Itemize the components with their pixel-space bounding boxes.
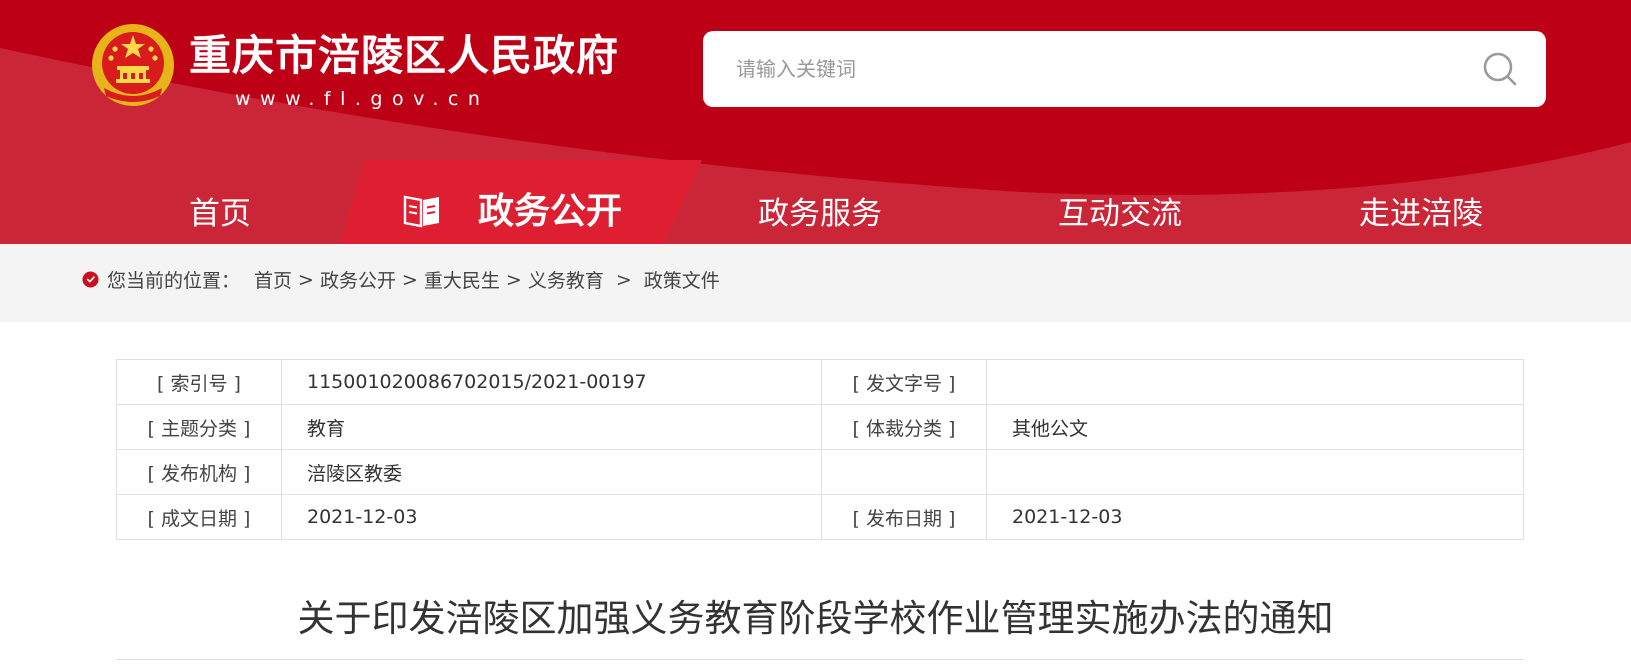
search-input[interactable]	[703, 31, 1436, 107]
document-metadata-table: [ 索引号 ] 115001020086702015/2021-00197 [ …	[116, 359, 1524, 540]
breadcrumb-separator: >	[401, 268, 418, 291]
main-nav: 首页 政务公开 政务服务 互动交流 走进涪陵	[0, 160, 1631, 244]
meta-value	[986, 359, 1524, 405]
search-box	[703, 31, 1546, 107]
table-row: [ 主题分类 ] 教育 [ 体裁分类 ] 其他公文	[116, 404, 1524, 450]
site-url: www.fl.gov.cn	[235, 88, 490, 110]
meta-label	[821, 449, 987, 495]
meta-value: 115001020086702015/2021-00197	[281, 359, 822, 405]
meta-label: [ 索引号 ]	[116, 359, 282, 405]
meta-label: [ 主题分类 ]	[116, 404, 282, 450]
nav-item-home[interactable]: 首页	[189, 188, 251, 233]
meta-label: [ 体裁分类 ]	[821, 404, 987, 450]
site-header: 重庆市涪陵区人民政府 www.fl.gov.cn 首页 政务公开 政务服务	[0, 0, 1631, 244]
site-title: 重庆市涪陵区人民政府	[189, 31, 620, 80]
meta-value: 2021-12-03	[281, 494, 822, 540]
breadcrumb-separator: >	[505, 268, 522, 291]
document-title: 关于印发涪陵区加强义务教育阶段学校作业管理实施办法的通知	[297, 597, 1334, 640]
meta-label: [ 发布机构 ]	[116, 449, 282, 495]
meta-label: [ 成文日期 ]	[116, 494, 282, 540]
meta-label: [ 发布日期 ]	[821, 494, 987, 540]
national-emblem-icon	[92, 24, 174, 106]
table-row: [ 成文日期 ] 2021-12-03 [ 发布日期 ] 2021-12-03	[116, 494, 1524, 540]
nav-item-interaction[interactable]: 互动交流	[1058, 188, 1182, 233]
breadcrumb-separator: >	[298, 268, 314, 291]
nav-item-label: 政务公开	[478, 191, 623, 232]
meta-label: [ 发文字号 ]	[821, 359, 987, 405]
breadcrumb-link-compulsory-education[interactable]: 义务教育	[528, 266, 604, 293]
breadcrumb-link-home[interactable]: 首页	[254, 266, 292, 293]
search-icon[interactable]	[1480, 49, 1520, 89]
nav-item-government-affairs[interactable]: 政务公开	[336, 160, 702, 244]
meta-value: 2021-12-03	[986, 494, 1524, 540]
meta-value: 涪陵区教委	[281, 449, 822, 495]
breadcrumb-link-policy-documents[interactable]: 政策文件	[644, 266, 720, 293]
nav-item-government-services[interactable]: 政务服务	[758, 188, 882, 233]
meta-value: 教育	[281, 404, 822, 450]
breadcrumb-link-livelihood[interactable]: 重大民生	[424, 266, 500, 293]
meta-value: 其他公文	[986, 404, 1524, 450]
location-pin-icon	[82, 271, 99, 288]
nav-item-about-fuling[interactable]: 走进涪陵	[1359, 188, 1483, 233]
breadcrumb-separator: >	[615, 268, 632, 291]
breadcrumb-link-gov-affairs[interactable]: 政务公开	[320, 266, 396, 293]
table-row: [ 索引号 ] 115001020086702015/2021-00197 [ …	[116, 359, 1524, 405]
book-icon	[403, 195, 439, 228]
divider	[116, 659, 1524, 660]
breadcrumb: 您当前的位置： 首页 > 政务公开 > 重大民生 > 义务教育 > 政策文件	[82, 266, 720, 293]
table-row: [ 发布机构 ] 涪陵区教委	[116, 449, 1524, 495]
breadcrumb-prefix: 您当前的位置：	[107, 270, 241, 292]
meta-value	[986, 449, 1524, 495]
breadcrumb-bar: 您当前的位置： 首页 > 政务公开 > 重大民生 > 义务教育 > 政策文件	[0, 244, 1631, 322]
